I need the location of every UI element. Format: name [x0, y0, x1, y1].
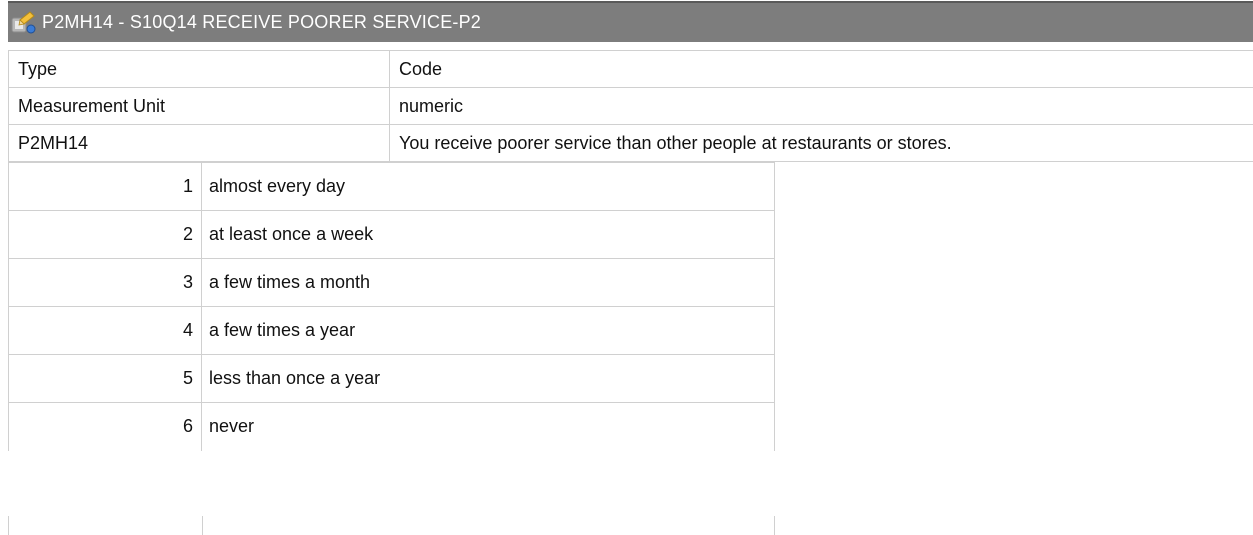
table-row: P2MH14 You receive poorer service than o…	[8, 124, 1253, 162]
code-value: 4	[8, 306, 202, 355]
variable-header: P2MH14 - S10Q14 RECEIVE POORER SERVICE-P…	[8, 1, 1253, 42]
column-divider	[202, 516, 203, 535]
metadata-value: Code	[389, 50, 1253, 88]
variable-edit-icon	[10, 10, 36, 36]
variable-title: P2MH14 - S10Q14 RECEIVE POORER SERVICE-P…	[42, 12, 482, 32]
code-label: almost every day	[201, 162, 775, 211]
code-value: 6	[8, 402, 202, 451]
code-value: 1	[8, 162, 202, 211]
table-row: Measurement Unit numeric	[8, 87, 1253, 125]
metadata-key: P2MH14	[8, 124, 390, 162]
metadata-value: numeric	[389, 87, 1253, 125]
code-value: 2	[8, 210, 202, 259]
metadata-value: You receive poorer service than other pe…	[389, 124, 1253, 162]
table-row: 4 a few times a year	[8, 306, 775, 355]
code-label: less than once a year	[201, 354, 775, 403]
table-row: Type Code	[8, 50, 1253, 88]
metadata-key: Measurement Unit	[8, 87, 390, 125]
value-codes-table: 1 almost every day 2 at least once a wee…	[8, 162, 775, 451]
code-label: a few times a year	[201, 306, 775, 355]
code-label: a few times a month	[201, 258, 775, 307]
code-label: never	[201, 402, 775, 451]
metadata-key: Type	[8, 50, 390, 88]
table-row: 2 at least once a week	[8, 210, 775, 259]
code-value: 3	[8, 258, 202, 307]
code-value: 5	[8, 354, 202, 403]
table-row: 3 a few times a month	[8, 258, 775, 307]
table-continuation	[8, 516, 775, 535]
code-label: at least once a week	[201, 210, 775, 259]
table-row: 6 never	[8, 402, 775, 451]
table-row: 5 less than once a year	[8, 354, 775, 403]
variable-metadata-table: Type Code Measurement Unit numeric P2MH1…	[8, 50, 1253, 162]
table-row: 1 almost every day	[8, 162, 775, 211]
